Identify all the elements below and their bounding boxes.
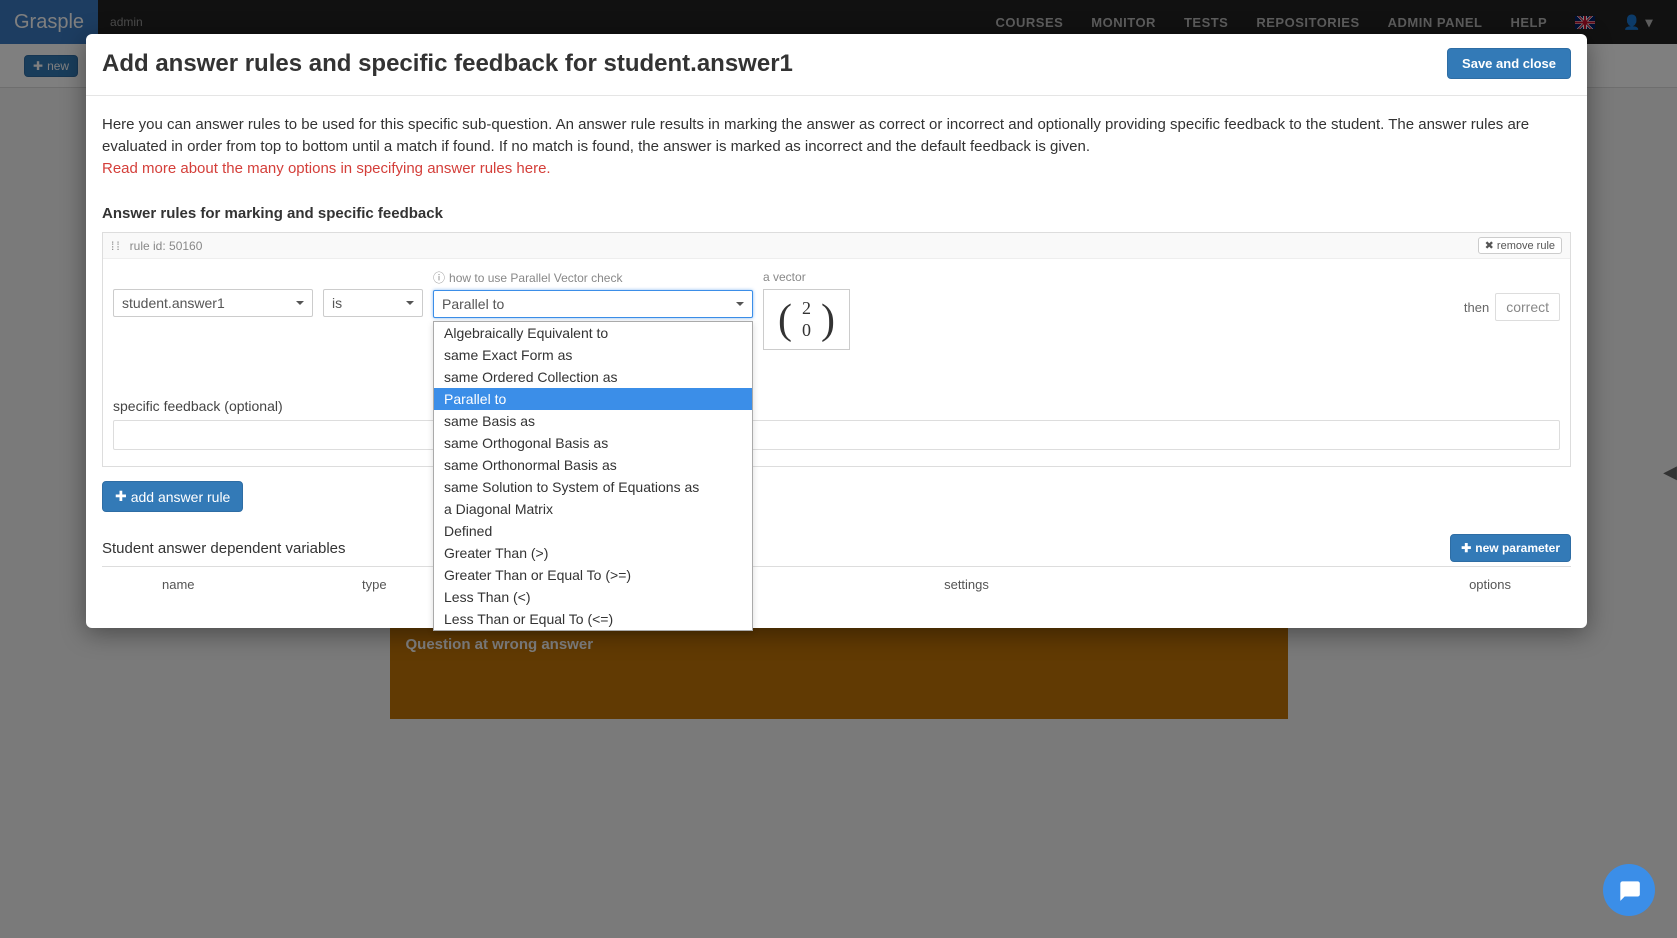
verb-select[interactable]: is xyxy=(323,289,423,317)
check-option[interactable]: same Solution to System of Equations as xyxy=(434,476,752,498)
check-option[interactable]: same Orthonormal Basis as xyxy=(434,454,752,476)
learn-more-link[interactable]: Read more about the many options in spec… xyxy=(102,160,551,177)
modal-title: Add answer rules and specific feedback f… xyxy=(102,50,793,78)
check-option[interactable]: a Diagonal Matrix xyxy=(434,498,752,520)
check-option[interactable]: same Exact Form as xyxy=(434,344,752,366)
check-option[interactable]: Parallel to xyxy=(434,388,752,410)
check-option[interactable]: same Basis as xyxy=(434,410,752,432)
vector-entry-1: 0 xyxy=(802,320,811,342)
info-icon: ⓘ xyxy=(433,269,445,286)
then-label: then xyxy=(1464,300,1489,315)
add-answer-rule-button[interactable]: ✚ add answer rule xyxy=(102,481,243,512)
check-type-select[interactable]: Parallel to xyxy=(433,290,753,318)
check-option[interactable]: Defined xyxy=(434,520,752,542)
new-parameter-button[interactable]: ✚ new parameter xyxy=(1450,534,1571,562)
left-paren-icon: ( xyxy=(778,299,792,341)
check-option[interactable]: Algebraically Equivalent to xyxy=(434,322,752,344)
save-and-close-button[interactable]: Save and close xyxy=(1447,48,1571,79)
chat-icon xyxy=(1616,877,1642,903)
specific-feedback-input[interactable] xyxy=(113,420,1560,450)
remove-icon: ✖ xyxy=(1485,240,1494,252)
dependent-vars-table-header: name type settings options xyxy=(102,567,1571,602)
answer-rules-modal: Add answer rules and specific feedback f… xyxy=(86,34,1587,628)
intercom-launcher[interactable] xyxy=(1603,864,1655,916)
check-option[interactable]: same Ordered Collection as xyxy=(434,366,752,388)
drag-handle-icon[interactable]: ⁞⁞ xyxy=(111,239,122,253)
answer-rule-block: ⁞⁞ rule id: 50160 ✖ remove rule student.… xyxy=(102,232,1571,467)
vector-entry-0: 2 xyxy=(802,298,811,320)
check-option[interactable]: Greater Than or Equal To (>=) xyxy=(434,564,752,586)
check-option[interactable]: same Orthogonal Basis as xyxy=(434,432,752,454)
right-paren-icon: ) xyxy=(821,299,835,341)
plus-icon: ✚ xyxy=(1461,541,1471,555)
check-option[interactable]: Greater Than (>) xyxy=(434,542,752,564)
specific-feedback-label: specific feedback (optional) xyxy=(113,398,1560,414)
remove-rule-button[interactable]: ✖ remove rule xyxy=(1478,237,1562,254)
comparison-vector-input[interactable]: ( 2 0 ) xyxy=(763,289,850,350)
rule-id-label: rule id: 50160 xyxy=(130,239,203,253)
intro-text: Here you can answer rules to be used for… xyxy=(102,114,1571,179)
plus-icon: ✚ xyxy=(115,488,127,505)
col-options: options xyxy=(1411,577,1511,592)
outcome-display[interactable]: correct xyxy=(1495,293,1560,321)
side-caret-icon[interactable]: ◀ xyxy=(1663,462,1677,483)
check-option[interactable]: Less Than (<) xyxy=(434,586,752,608)
check-option[interactable]: Less Than or Equal To (<=) xyxy=(434,608,752,630)
dependent-vars-title: Student answer dependent variables xyxy=(102,540,346,557)
rules-section-title: Answer rules for marking and specific fe… xyxy=(102,205,1571,222)
col-name: name xyxy=(162,577,362,592)
check-type-dropdown[interactable]: Algebraically Equivalent tosame Exact Fo… xyxy=(433,321,753,631)
subject-select[interactable]: student.answer1 xyxy=(113,289,313,317)
